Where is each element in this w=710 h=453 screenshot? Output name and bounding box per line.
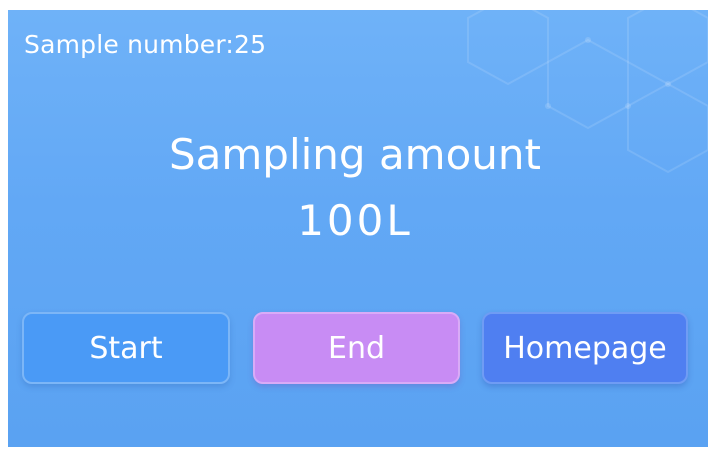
sampling-amount-title: Sampling amount: [169, 130, 541, 179]
start-button-label: Start: [89, 330, 163, 366]
start-button[interactable]: Start: [22, 312, 230, 384]
homepage-button-label: Homepage: [503, 330, 667, 366]
end-button-label: End: [327, 330, 385, 366]
sampling-amount-value: 100L: [297, 196, 413, 245]
end-button[interactable]: End: [253, 312, 460, 384]
homepage-button[interactable]: Homepage: [482, 312, 688, 384]
sample-number-label: Sample number:25: [24, 30, 267, 59]
